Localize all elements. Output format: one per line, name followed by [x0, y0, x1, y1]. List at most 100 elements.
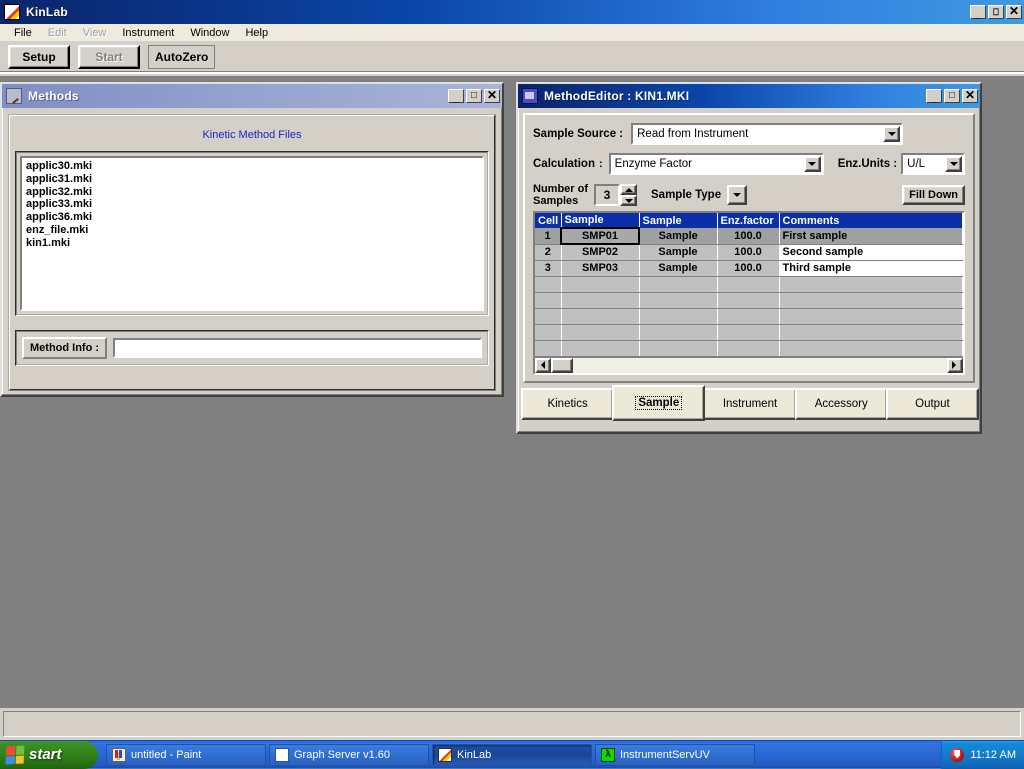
taskbar-item-kinlab[interactable]: KinLab: [432, 744, 592, 766]
main-titlebar[interactable]: KinLab _ ⎕ ✕: [0, 0, 1024, 24]
menu-help[interactable]: Help: [237, 26, 276, 40]
cell-sample-type[interactable]: [639, 276, 717, 292]
table-row[interactable]: 3 SMP03 Sample 100.0 Third sample: [535, 260, 963, 276]
column-header-cell[interactable]: Cell: [535, 213, 561, 228]
list-item[interactable]: applic31.mki: [26, 173, 480, 186]
cell-sample-type[interactable]: [639, 292, 717, 308]
cell-enz-factor[interactable]: 100.0: [717, 228, 779, 244]
cell-sample-id[interactable]: SMP02: [561, 244, 639, 260]
list-item[interactable]: applic30.mki: [26, 160, 480, 173]
sample-type-select[interactable]: [727, 185, 747, 205]
cell-sample-id[interactable]: [561, 276, 639, 292]
list-item[interactable]: kin1.mki: [26, 237, 480, 250]
cell-sample-type[interactable]: Sample: [639, 244, 717, 260]
cell-comments[interactable]: Second sample: [779, 244, 963, 260]
cell-comments[interactable]: [779, 308, 963, 324]
cell-sample-id[interactable]: SMP03: [561, 260, 639, 276]
taskbar-item-graph-server[interactable]: Graph Server v1.60: [269, 744, 429, 766]
cell-enz-factor[interactable]: [717, 340, 779, 356]
minimize-button[interactable]: _: [970, 5, 986, 19]
menu-window[interactable]: Window: [182, 26, 237, 40]
cell-comments[interactable]: Third sample: [779, 260, 963, 276]
scrollbar-thumb[interactable]: [551, 358, 573, 373]
cell-enz-factor[interactable]: [717, 308, 779, 324]
taskbar-item-paint[interactable]: untitled - Paint: [106, 744, 266, 766]
cell-sample-id[interactable]: [561, 340, 639, 356]
methods-maximize-button[interactable]: □: [466, 89, 482, 103]
chevron-down-icon[interactable]: [804, 156, 821, 172]
calculation-select[interactable]: Enzyme Factor: [609, 153, 824, 175]
tab-instrument[interactable]: Instrument: [703, 388, 796, 420]
tab-sample[interactable]: Sample: [612, 385, 705, 421]
method-editor-titlebar[interactable]: MethodEditor : KIN1.MKI _ □ ✕: [518, 84, 980, 108]
close-button[interactable]: ✕: [1006, 5, 1022, 19]
sample-source-select[interactable]: Read from Instrument: [631, 123, 903, 145]
cell-enz-factor[interactable]: 100.0: [717, 260, 779, 276]
methods-titlebar[interactable]: Methods _ □ ✕: [2, 84, 502, 108]
cell-sample-id[interactable]: [561, 292, 639, 308]
taskbar-item-instrumentservuv[interactable]: λ InstrumentServUV: [595, 744, 755, 766]
method-editor-minimize-button[interactable]: _: [926, 89, 942, 103]
number-of-samples-value[interactable]: 3: [594, 184, 620, 206]
cell-comments[interactable]: [779, 324, 963, 340]
cell-comments[interactable]: [779, 292, 963, 308]
tab-output[interactable]: Output: [886, 388, 979, 420]
tab-kinetics[interactable]: Kinetics: [521, 388, 614, 420]
column-header-comments[interactable]: Comments: [779, 213, 963, 228]
security-shield-icon[interactable]: [950, 748, 964, 762]
cell-enz-factor[interactable]: [717, 292, 779, 308]
table-row[interactable]: [535, 292, 963, 308]
table-row[interactable]: 1 SMP01 Sample 100.0 First sample: [535, 228, 963, 244]
cell-sample-type[interactable]: [639, 340, 717, 356]
cell-sample-type[interactable]: Sample: [639, 228, 717, 244]
spinner-up-icon[interactable]: [620, 184, 637, 195]
restore-button[interactable]: ⎕: [988, 5, 1004, 19]
method-info-input[interactable]: [113, 338, 482, 358]
autozero-button[interactable]: AutoZero: [148, 45, 215, 69]
table-row[interactable]: [535, 340, 963, 356]
cell-sample-id[interactable]: [561, 308, 639, 324]
spinner-down-icon[interactable]: [620, 195, 637, 206]
table-row[interactable]: [535, 324, 963, 340]
cell-comments[interactable]: [779, 276, 963, 292]
methods-minimize-button[interactable]: _: [448, 89, 464, 103]
list-item[interactable]: applic36.mki: [26, 211, 480, 224]
cell-comments[interactable]: [779, 340, 963, 356]
table-row[interactable]: 2 SMP02 Sample 100.0 Second sample: [535, 244, 963, 260]
cell-sample-type[interactable]: [639, 308, 717, 324]
setup-button[interactable]: Setup: [8, 45, 70, 69]
cell-sample-id[interactable]: SMP01: [561, 228, 639, 244]
cell-enz-factor[interactable]: [717, 324, 779, 340]
table-row[interactable]: [535, 276, 963, 292]
tab-accessory[interactable]: Accessory: [795, 388, 888, 420]
chevron-down-icon[interactable]: [883, 126, 900, 142]
grid-horizontal-scrollbar[interactable]: [535, 357, 963, 373]
cell-enz-factor[interactable]: [717, 276, 779, 292]
sample-grid[interactable]: Cell Sample Sample Enz.factor Comments 1: [533, 211, 965, 375]
clock[interactable]: 11:12 AM: [970, 749, 1016, 761]
cell-sample-type[interactable]: [639, 324, 717, 340]
method-files-listbox[interactable]: applic30.mki applic31.mki applic32.mki a…: [20, 156, 484, 311]
column-header-sample-type[interactable]: Sample: [639, 213, 717, 228]
scroll-left-icon[interactable]: [535, 358, 551, 373]
list-item[interactable]: applic32.mki: [26, 186, 480, 199]
scroll-right-icon[interactable]: [947, 358, 963, 373]
menu-file[interactable]: File: [6, 26, 40, 40]
number-of-samples-stepper[interactable]: 3: [594, 184, 637, 206]
column-header-sample-id[interactable]: Sample: [561, 213, 639, 228]
menu-instrument[interactable]: Instrument: [114, 26, 182, 40]
cell-comments[interactable]: First sample: [779, 228, 963, 244]
method-editor-maximize-button[interactable]: □: [944, 89, 960, 103]
cell-sample-id[interactable]: [561, 324, 639, 340]
column-header-enz-factor[interactable]: Enz.factor: [717, 213, 779, 228]
chevron-down-icon[interactable]: [945, 156, 962, 172]
list-item[interactable]: enz_file.mki: [26, 224, 480, 237]
enz-units-select[interactable]: U/L: [901, 153, 965, 175]
list-item[interactable]: applic33.mki: [26, 198, 480, 211]
method-editor-close-button[interactable]: ✕: [962, 89, 978, 103]
start-button[interactable]: start: [0, 741, 98, 769]
scrollbar-track[interactable]: [573, 358, 947, 373]
cell-sample-type[interactable]: Sample: [639, 260, 717, 276]
methods-close-button[interactable]: ✕: [484, 89, 500, 103]
fill-down-button[interactable]: Fill Down: [902, 185, 965, 205]
